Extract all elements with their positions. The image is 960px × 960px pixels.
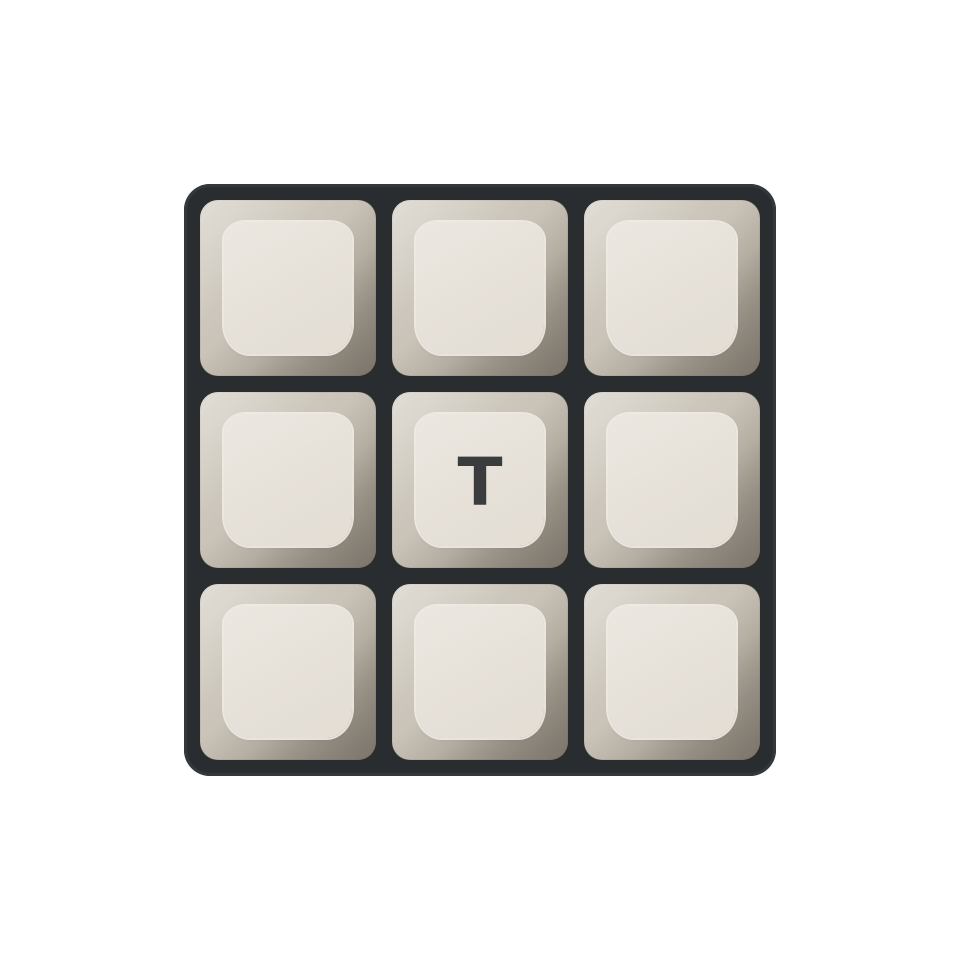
keycap-top [608,414,736,546]
stage: T [0,0,960,960]
keycap-top [608,606,736,738]
key-7[interactable] [200,584,376,760]
key-3[interactable] [584,200,760,376]
key-8[interactable] [392,584,568,760]
key-legend-t: T [457,444,503,521]
key-t[interactable]: T [392,392,568,568]
keycap-top [416,222,544,354]
keycap-top [416,606,544,738]
key-1[interactable] [200,200,376,376]
key-9[interactable] [584,584,760,760]
keycap-top [224,222,352,354]
keycap-top [224,414,352,546]
key-2[interactable] [392,200,568,376]
keycap-top [224,606,352,738]
key-6[interactable] [584,392,760,568]
keypad: T [184,184,776,776]
keycap-top [608,222,736,354]
key-4[interactable] [200,392,376,568]
keycap-top: T [416,414,544,546]
